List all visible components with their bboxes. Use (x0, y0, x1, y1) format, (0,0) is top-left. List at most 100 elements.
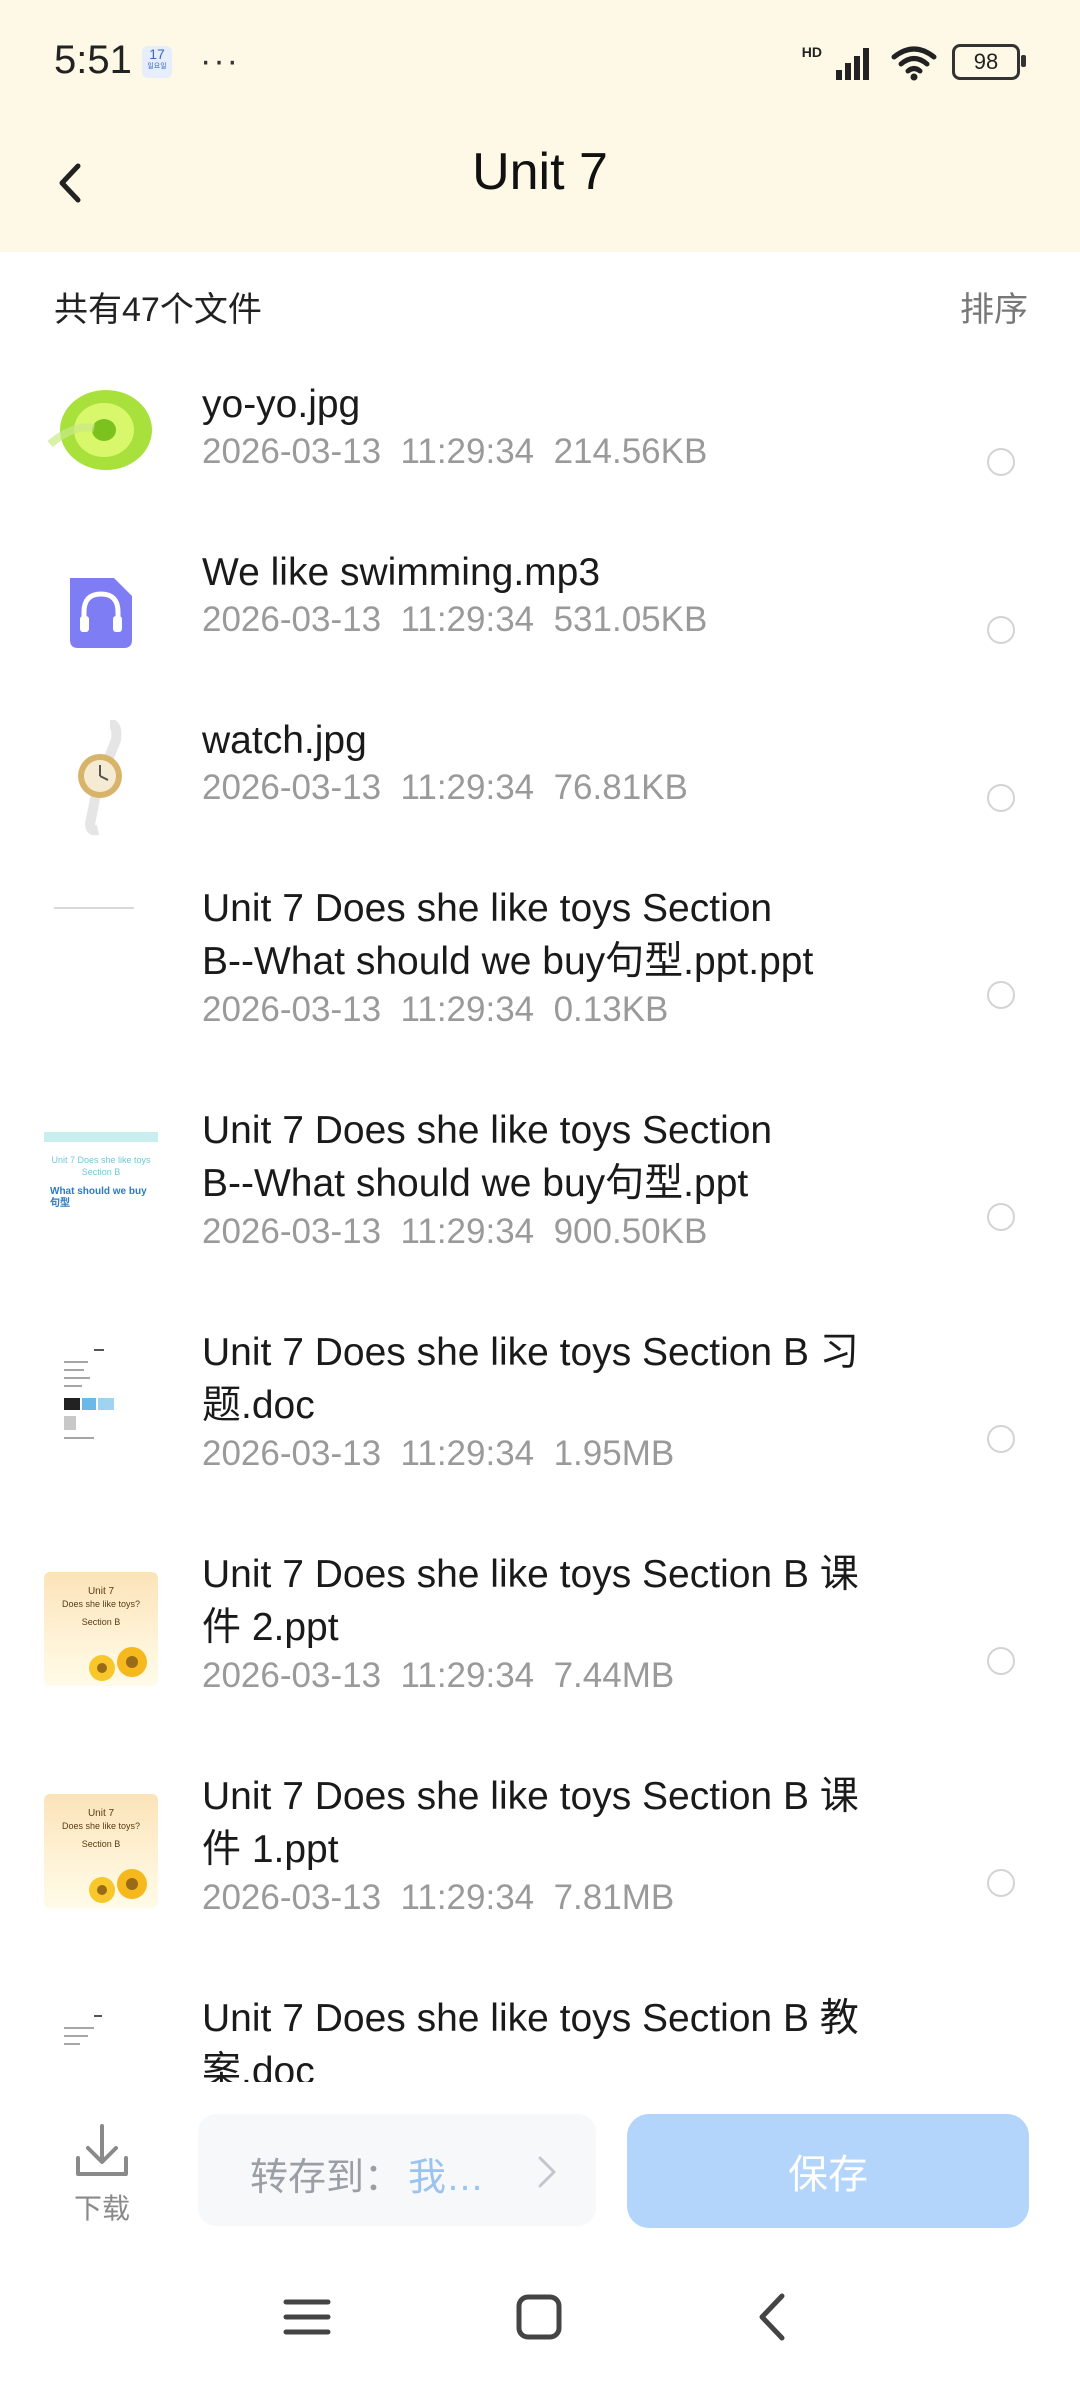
sunflower-icon (89, 1869, 147, 1903)
file-meta: 2026-03-13 11:29:34 214.56KB (202, 432, 707, 472)
file-name-line2: 件 2.ppt (202, 1606, 339, 1649)
file-size: 7.44MB (553, 1656, 675, 1695)
file-name-line1: Unit 7 Does she like toys Section (202, 1109, 773, 1152)
list-item[interactable]: yo-yo.jpg 2026-03-13 11:29:34 214.56KB (0, 380, 1080, 520)
sort-button[interactable]: 排序 (960, 282, 1028, 331)
file-date: 2026-03-13 11:29:34 (202, 1878, 535, 1917)
select-radio[interactable] (987, 784, 1015, 812)
file-date: 2026-03-13 11:29:34 (202, 1656, 535, 1695)
doc-page-thumbnail (60, 1342, 124, 1452)
download-button[interactable]: 下载 (66, 2122, 138, 2227)
battery-level: 98 (973, 49, 999, 74)
wifi-icon (891, 46, 937, 81)
file-size: 531.05KB (553, 600, 708, 639)
system-nav-bar (0, 2242, 1080, 2400)
yoyo-image-thumbnail (47, 390, 152, 470)
select-radio[interactable] (987, 1869, 1015, 1897)
file-date: 2026-03-13 11:29:34 (202, 432, 535, 471)
download-label: 下载 (73, 2193, 130, 2224)
signal-bars-icon (836, 48, 869, 80)
file-list: yo-yo.jpg 2026-03-13 11:29:34 214.56KB W… (0, 360, 1080, 2082)
bottom-action-bar: 下载 转存到： 我… 保存 (0, 2082, 1080, 2242)
save-button[interactable]: 保存 (627, 2114, 1029, 2228)
file-size: 214.56KB (553, 432, 708, 471)
menu-icon[interactable] (272, 2282, 342, 2352)
file-size: 900.50KB (553, 1212, 708, 1251)
status-bar: 5:51 17 일요일 ··· HD 98 (0, 0, 1080, 120)
more-notifications-icon: ··· (200, 42, 240, 80)
file-name-line1: Unit 7 Does she like toys Section B 课 (202, 1775, 859, 1818)
file-name-line1: Unit 7 Does she like toys Section B 习 (202, 1331, 859, 1374)
file-name-line2: B--What should we buy句型.ppt (202, 1162, 749, 1205)
file-meta: 2026-03-13 11:29:34 1.95MB (202, 1434, 674, 1474)
select-radio[interactable] (987, 1203, 1015, 1231)
file-date: 2026-03-13 11:29:34 (202, 600, 535, 639)
ppt-sunflower-thumbnail: Unit 7 Does she like toys? Section B (44, 1572, 158, 1686)
file-size: 0.13KB (553, 990, 669, 1029)
file-size: 1.95MB (553, 1434, 675, 1473)
file-name-line2: B--What should we buy句型.ppt.ppt (202, 940, 814, 983)
select-radio[interactable] (987, 1425, 1015, 1453)
file-date: 2026-03-13 11:29:34 (202, 768, 535, 807)
file-size: 76.81KB (553, 768, 688, 807)
list-item[interactable]: Unit 7 Does she like toys Section B--Wha… (0, 884, 1080, 1080)
file-size: 7.81MB (553, 1878, 675, 1917)
save-to-selector[interactable]: 转存到： 我… (198, 2114, 596, 2226)
list-item[interactable]: Unit 7 Does she like toys Section B What… (0, 1106, 1080, 1302)
file-name: We like swimming.mp3 (202, 551, 601, 594)
select-radio[interactable] (987, 448, 1015, 476)
file-name: yo-yo.jpg (202, 383, 361, 426)
file-meta: 2026-03-13 11:29:34 7.81MB (202, 1878, 674, 1918)
file-name-line2: 件 1.ppt (202, 1828, 339, 1871)
sunflower-icon (89, 1647, 147, 1681)
watch-image-thumbnail (78, 720, 122, 836)
status-time: 5:51 (54, 38, 132, 82)
file-meta: 2026-03-13 11:29:34 76.81KB (202, 768, 688, 808)
list-item[interactable]: Unit 7 Does she like toys? Section B Uni… (0, 1550, 1080, 1746)
hd-network-label: HD (801, 44, 822, 60)
list-item[interactable]: Unit 7 Does she like toys? Section B Uni… (0, 1772, 1080, 1968)
thumb-title: Unit 7 (87, 1586, 115, 1597)
header-bar: 5:51 17 일요일 ··· HD 98 Unit 7 (0, 0, 1080, 252)
blank-ppt-thumbnail (54, 907, 134, 909)
save-to-target: 我… (408, 2157, 485, 2199)
status-right-group: HD 98 (801, 40, 1026, 84)
file-date: 2026-03-13 11:29:34 (202, 1434, 535, 1473)
ppt-slide-thumbnail: Unit 7 Does she like toys Section B What… (44, 1132, 158, 1252)
calendar-badge-sub: 일요일 (147, 63, 167, 70)
list-item[interactable]: Unit 7 Does she like toys Section B 习 题.… (0, 1328, 1080, 1524)
doc-page-thumbnail (60, 2008, 124, 2082)
calendar-badge-icon: 17 일요일 (142, 46, 172, 78)
file-meta: 2026-03-13 11:29:34 900.50KB (202, 1212, 707, 1252)
file-meta: 2026-03-13 11:29:34 0.13KB (202, 990, 668, 1030)
file-name-line1: Unit 7 Does she like toys Section B 课 (202, 1553, 859, 1596)
file-meta: 2026-03-13 11:29:34 531.05KB (202, 600, 707, 640)
thumb-title: Unit 7 Does she like toys (51, 1155, 151, 1165)
select-radio[interactable] (987, 616, 1015, 644)
file-date: 2026-03-13 11:29:34 (202, 990, 535, 1029)
download-icon (76, 2124, 128, 2176)
thumb-subtitle: Section B (81, 1167, 121, 1177)
list-item[interactable]: watch.jpg 2026-03-13 11:29:34 76.81KB (0, 716, 1080, 856)
battery-icon: 98 (952, 44, 1026, 80)
page-title: Unit 7 (472, 143, 608, 201)
select-radio[interactable] (987, 1647, 1015, 1675)
thumb-section: Section B (81, 1839, 121, 1849)
file-name-line1: Unit 7 Does she like toys Section (202, 887, 773, 930)
file-date: 2026-03-13 11:29:34 (202, 1212, 535, 1251)
file-name-line2: 案.doc (202, 2050, 315, 2082)
file-name: watch.jpg (202, 719, 367, 762)
file-name-line1: Unit 7 Does she like toys Section B 教 (202, 1997, 859, 2040)
save-to-label: 转存到： (250, 2157, 403, 2199)
list-item[interactable]: We like swimming.mp3 2026-03-13 11:29:34… (0, 548, 1080, 688)
list-item[interactable]: Unit 7 Does she like toys Section B 教 案.… (0, 1994, 1080, 2082)
file-meta: 2026-03-13 11:29:34 7.44MB (202, 1656, 674, 1696)
back-triangle-icon[interactable] (738, 2282, 808, 2352)
home-square-icon[interactable] (504, 2282, 574, 2352)
audio-headphones-icon (70, 578, 132, 648)
file-name-line2: 题.doc (202, 1384, 315, 1427)
thumb-subtitle: Does she like toys? (61, 1599, 141, 1609)
thumb-section: Section B (81, 1617, 121, 1627)
thumb-heading: What should we buy 句型 (50, 1186, 147, 1209)
select-radio[interactable] (987, 981, 1015, 1009)
